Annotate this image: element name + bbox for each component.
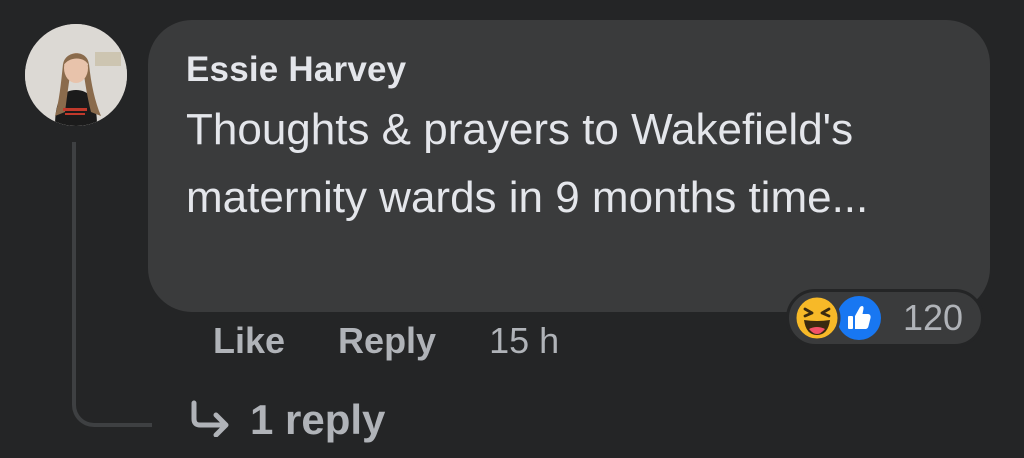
haha-icon — [793, 294, 841, 347]
view-replies-button[interactable]: 1 reply — [188, 396, 385, 444]
reaction-summary[interactable]: 120 — [786, 289, 984, 347]
like-button[interactable]: Like — [213, 320, 285, 362]
comment-timestamp[interactable]: 15 h — [489, 320, 559, 362]
comment-bubble: Essie Harvey Thoughts & prayers to Wakef… — [148, 20, 990, 312]
thread-connector — [72, 142, 152, 427]
reply-arrow-icon — [188, 399, 234, 442]
comment-actions: Like Reply 15 h — [213, 318, 559, 364]
like-icon — [835, 294, 883, 347]
replies-count-label: 1 reply — [250, 396, 386, 443]
reply-button[interactable]: Reply — [338, 320, 436, 362]
comment-text: Thoughts & prayers to Wakefield's matern… — [186, 105, 869, 222]
comment-author[interactable]: Essie Harvey — [186, 48, 950, 92]
avatar[interactable] — [25, 24, 127, 126]
reaction-count: 120 — [903, 297, 964, 338]
